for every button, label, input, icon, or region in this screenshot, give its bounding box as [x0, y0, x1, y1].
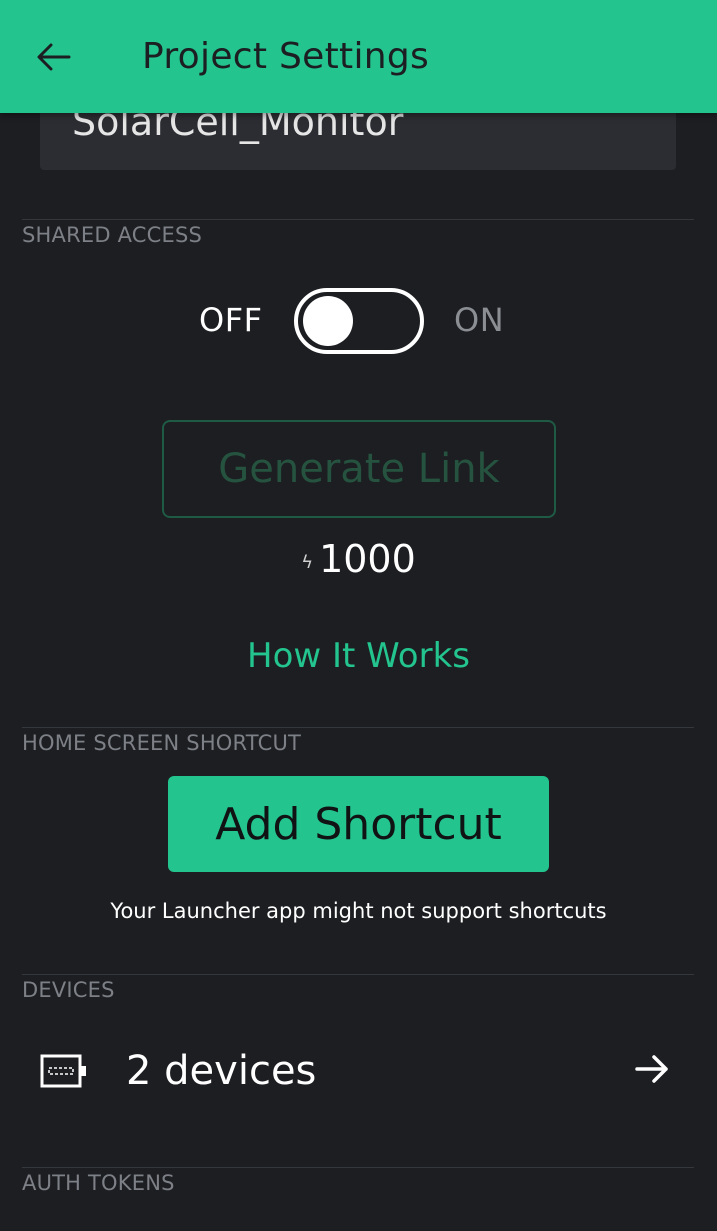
section-label-shared-access: SHARED ACCESS	[22, 223, 203, 247]
app-bar: Project Settings	[0, 0, 717, 113]
toggle-on-label: ON	[454, 301, 505, 339]
divider	[22, 727, 694, 728]
section-label-devices: DEVICES	[22, 978, 115, 1002]
divider	[22, 974, 694, 975]
device-board-icon	[40, 1054, 86, 1088]
toggle-off-label: OFF	[199, 301, 263, 339]
section-label-auth-tokens: AUTH TOKENS	[22, 1171, 175, 1195]
arrow-left-icon	[37, 43, 71, 71]
shared-access-toggle[interactable]	[294, 288, 424, 354]
shortcut-support-note: Your Launcher app might not support shor…	[110, 899, 607, 923]
section-label-home-shortcut: HOME SCREEN SHORTCUT	[22, 731, 302, 755]
generate-link-button[interactable]: Generate Link	[162, 420, 556, 518]
back-button[interactable]	[30, 33, 78, 81]
devices-count-label: 2 devices	[126, 1048, 317, 1094]
how-it-works-link[interactable]: How It Works	[0, 635, 717, 677]
divider	[22, 1167, 694, 1168]
toggle-knob	[303, 296, 353, 346]
devices-list-item[interactable]: 2 devices	[0, 1020, 717, 1124]
project-settings-screen: SolarCell_Monitor Project Settings SHARE…	[0, 0, 717, 1231]
energy-cost-value: 1000	[319, 537, 416, 581]
lightning-bolt-icon: ϟ	[301, 551, 314, 573]
energy-cost: ϟ 1000	[0, 536, 717, 582]
page-title: Project Settings	[142, 36, 430, 77]
arrow-right-icon	[635, 1055, 668, 1083]
add-shortcut-button[interactable]: Add Shortcut	[168, 776, 549, 872]
divider	[22, 219, 694, 220]
